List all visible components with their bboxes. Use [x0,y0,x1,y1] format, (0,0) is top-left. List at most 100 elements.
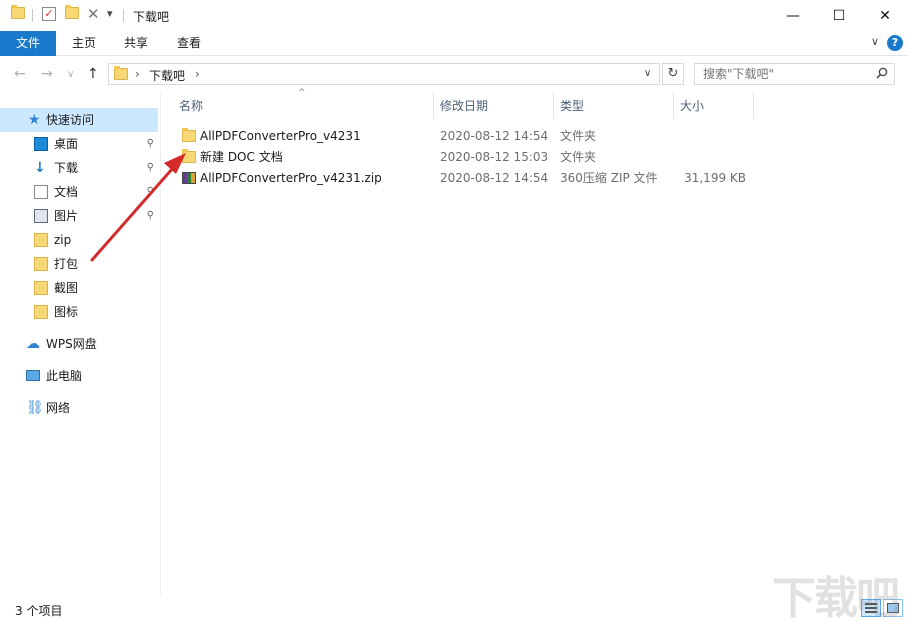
item-count: 3 个项目 [15,604,63,618]
column-header-name[interactable]: 名称 [179,93,203,119]
tab-home[interactable]: 主页 [62,31,106,56]
folder-icon [34,233,48,247]
nav-network[interactable]: ⛓ 网络 [0,396,158,420]
nav-label: 桌面 [54,137,79,151]
computer-icon [26,370,40,381]
file-date: 2020-08-12 14:54 [440,129,549,143]
tab-share[interactable]: 共享 [114,31,158,56]
refresh-button[interactable]: ↻ [662,63,684,85]
file-type: 文件夹 [560,129,597,143]
nav-quick-access[interactable]: ★ 快速访问 [0,108,158,132]
back-icon[interactable]: ← [14,66,26,82]
pin-icon[interactable]: ⚲ [147,156,154,180]
file-row[interactable]: AllPDFConverterPro_v4231 2020-08-12 14:5… [174,126,754,147]
tab-file[interactable]: 文件 [0,31,56,56]
window-title: 下载吧 [133,10,170,24]
pictures-icon [34,209,48,223]
toolbar-separator [32,9,33,22]
column-separator[interactable] [433,93,434,119]
file-date: 2020-08-12 15:03 [440,150,549,164]
document-icon [34,185,48,199]
nav-item-icons[interactable]: 图标 [0,300,158,324]
nav-label: 文档 [54,185,79,199]
network-icon: ⛓ [26,400,44,416]
cloud-icon: ☁ [26,336,40,352]
column-separator[interactable] [673,93,674,119]
nav-label: 图标 [54,305,79,319]
column-header-size[interactable]: 大小 [680,93,704,119]
maximize-button[interactable]: ☐ [816,0,862,31]
search-box[interactable] [694,63,895,85]
zip-archive-icon [182,172,196,184]
nav-label: zip [54,233,72,247]
file-type: 文件夹 [560,150,597,164]
folder-icon [182,128,196,142]
new-folder-icon[interactable] [65,5,79,19]
up-icon[interactable]: ↑ [87,66,99,82]
file-row[interactable]: 新建 DOC 文档 2020-08-12 15:03 文件夹 [174,147,754,168]
nav-label: 截图 [54,281,79,295]
pin-icon[interactable]: ⚲ [147,180,154,204]
nav-item-screenshots[interactable]: 截图 [0,276,158,300]
properties-icon[interactable]: ✓ [42,7,56,21]
nav-item-pictures[interactable]: 图片 ⚲ [0,204,158,228]
ribbon-tabs: 文件 主页 共享 查看 ∨ ? [0,31,908,56]
navigation-pane: ★ 快速访问 桌面 ⚲ ↓ 下载 ⚲ 文档 ⚲ 图片 ⚲ zip 打包 截图 图… [0,93,160,596]
star-icon: ★ [28,112,41,128]
search-icon[interactable] [876,67,888,82]
expand-ribbon-icon[interactable]: ∨ [871,35,879,48]
nav-wps-cloud[interactable]: ☁ WPS网盘 [0,332,158,356]
title-bar: ✓ ✕ ▾ 下载吧 — ☐ ✕ [0,0,908,31]
file-row[interactable]: AllPDFConverterPro_v4231.zip 2020-08-12 … [174,168,754,189]
column-separator[interactable] [553,93,554,119]
sort-ascending-icon: ^ [298,88,306,98]
nav-item-downloads[interactable]: ↓ 下载 ⚲ [0,156,158,180]
nav-this-pc[interactable]: 此电脑 [0,364,158,388]
folder-icon [11,5,25,19]
nav-item-desktop[interactable]: 桌面 ⚲ [0,132,158,156]
customize-toolbar-dropdown-icon[interactable]: ▾ [107,7,113,20]
column-separator[interactable] [753,93,754,119]
folder-icon [114,66,128,80]
pin-icon[interactable]: ⚲ [147,132,154,156]
file-date: 2020-08-12 14:54 [440,171,549,185]
file-name[interactable]: AllPDFConverterPro_v4231.zip [200,168,382,189]
delete-icon[interactable]: ✕ [87,5,100,23]
nav-item-pack[interactable]: 打包 [0,252,158,276]
forward-icon[interactable]: → [41,66,53,82]
nav-label: 下载 [54,161,79,175]
folder-icon [34,305,48,319]
folder-icon [34,257,48,271]
recent-locations-icon[interactable]: ∨ [67,69,74,80]
address-dropdown-icon[interactable]: ∨ [644,68,651,79]
desktop-icon [34,137,48,151]
toolbar-separator [123,9,124,22]
file-size: 31,199 KB [684,171,746,185]
help-icon[interactable]: ? [887,35,903,51]
search-input[interactable] [695,64,865,84]
address-bar[interactable]: › 下载吧 › ∨ [108,63,660,85]
pin-icon[interactable]: ⚲ [147,204,154,228]
nav-item-documents[interactable]: 文档 ⚲ [0,180,158,204]
tab-view[interactable]: 查看 [167,31,211,56]
nav-label: WPS网盘 [46,337,97,351]
breadcrumb-folder[interactable]: 下载吧 [149,67,185,84]
file-name[interactable]: AllPDFConverterPro_v4231 [200,126,361,147]
nav-label: 打包 [54,257,79,271]
pane-divider[interactable] [160,93,161,596]
nav-label: 快速访问 [46,113,95,127]
file-type: 360压缩 ZIP 文件 [560,171,658,185]
download-icon: ↓ [34,160,46,176]
folder-icon [34,281,48,295]
column-header-date[interactable]: 修改日期 [440,93,488,119]
close-button[interactable]: ✕ [862,0,908,31]
breadcrumb-separator[interactable]: › [135,67,140,81]
breadcrumb-separator[interactable]: › [195,67,200,81]
folder-icon [182,149,196,163]
column-header-type[interactable]: 类型 [560,93,584,119]
file-name[interactable]: 新建 DOC 文档 [200,147,283,168]
minimize-button[interactable]: — [770,0,816,31]
navigation-bar: ← → ∨ ↑ › 下载吧 › ∨ ↻ [0,56,908,93]
nav-label: 此电脑 [46,369,83,383]
nav-item-zip[interactable]: zip [0,228,158,252]
